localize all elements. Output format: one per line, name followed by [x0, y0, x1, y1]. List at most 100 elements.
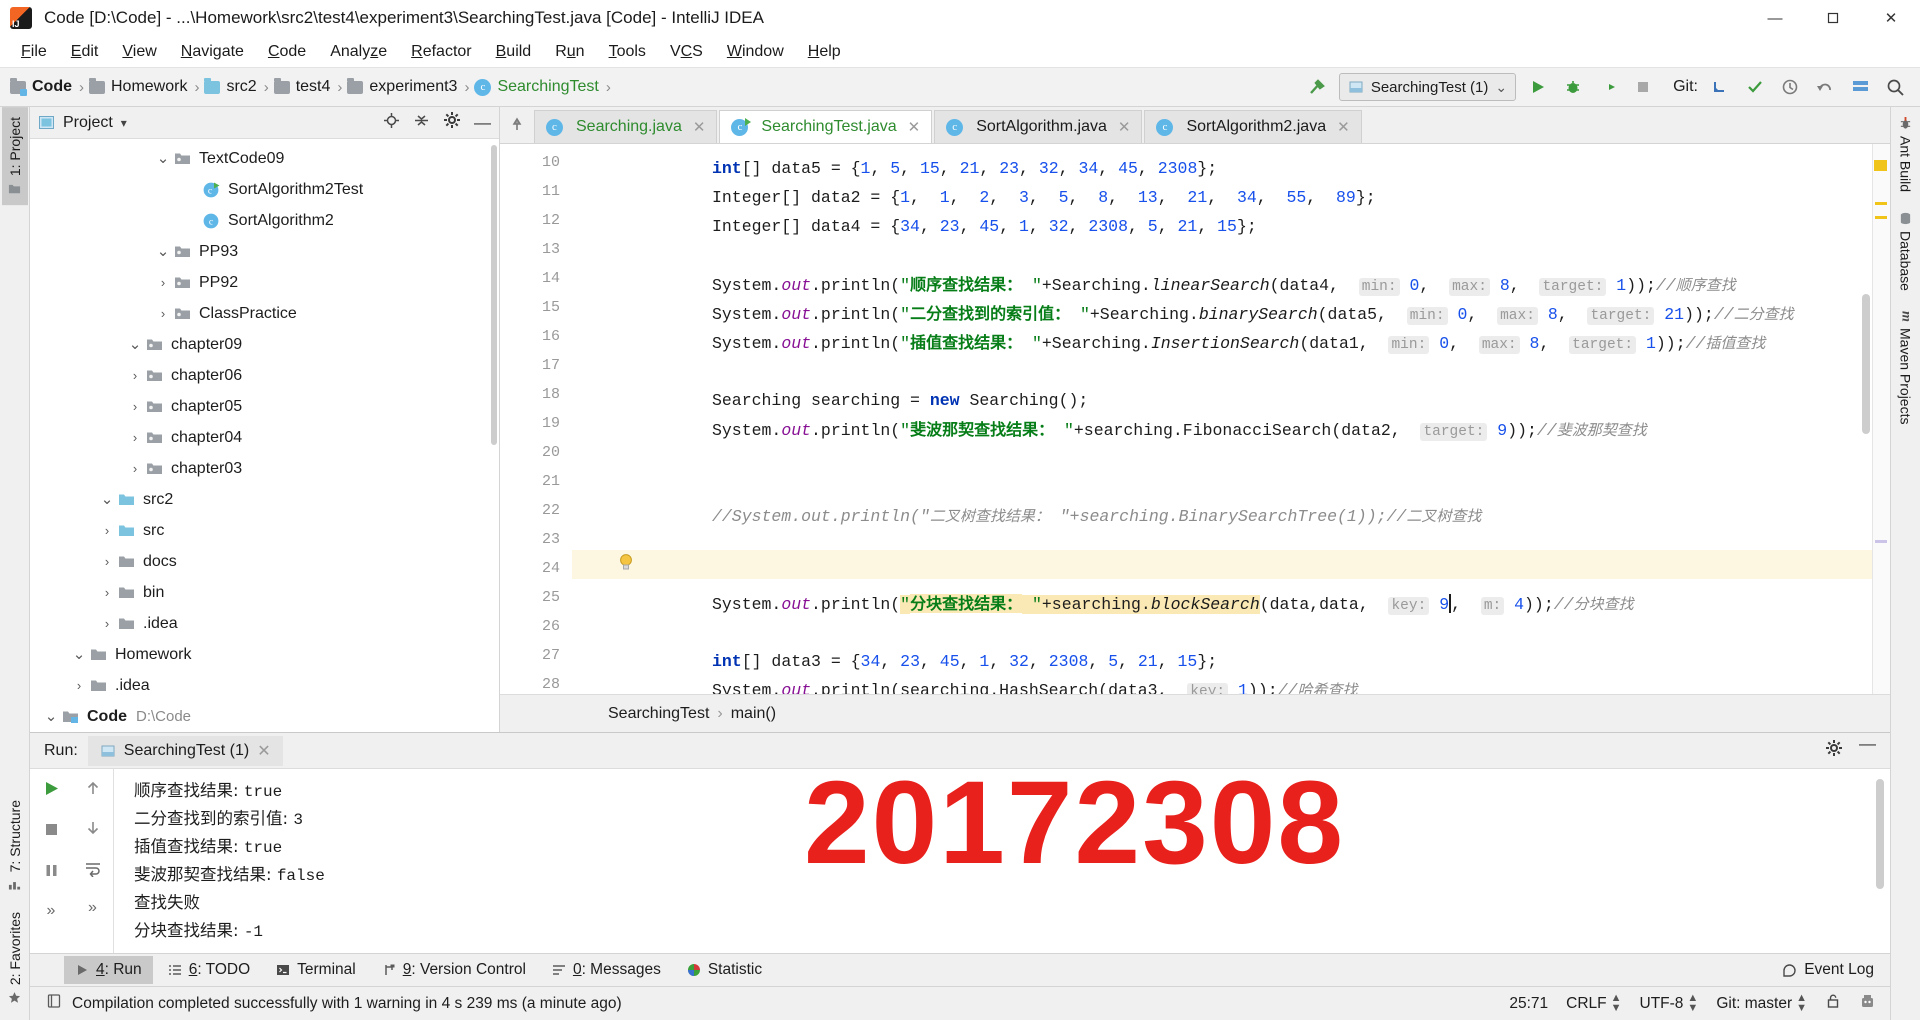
- tree-item-code[interactable]: ⌄ Code D:\Code: [30, 701, 499, 732]
- code-line-28[interactable]: System.out.println(searching.HashSearch(…: [712, 676, 1357, 694]
- tree-item-sortalgorithm2test[interactable]: c SortAlgorithm2Test: [30, 174, 499, 205]
- build-hammer-icon[interactable]: [1304, 74, 1330, 100]
- chevron-right-icon[interactable]: ›: [98, 554, 116, 569]
- menu-help[interactable]: Help: [797, 39, 852, 65]
- tree-item-idea[interactable]: › .idea: [30, 608, 499, 639]
- event-log-button[interactable]: Event Log: [1782, 961, 1890, 979]
- warning-marker[interactable]: [1875, 540, 1887, 543]
- git-branch-selector[interactable]: Git: master ▲ ▼: [1716, 992, 1807, 1013]
- pause-icon[interactable]: [42, 861, 61, 885]
- lock-icon[interactable]: [1825, 993, 1841, 1014]
- code-line-14[interactable]: System.out.println("顺序查找结果： "+Searching.…: [712, 270, 1736, 299]
- sidebar-item-maven-projects[interactable]: m Maven Projects: [1893, 301, 1919, 434]
- chevron-down-icon[interactable]: ⌄: [154, 151, 172, 166]
- chevron-right-icon[interactable]: ›: [126, 430, 144, 445]
- toolwindow-version-control[interactable]: 9: Version Control: [371, 956, 537, 984]
- hide-icon[interactable]: —: [1859, 735, 1876, 762]
- inspector-icon[interactable]: [1859, 993, 1876, 1015]
- run-with-coverage-icon[interactable]: [1595, 74, 1621, 100]
- menu-code[interactable]: Code: [257, 39, 317, 65]
- toolwindow-messages[interactable]: 0: Messages: [541, 956, 672, 984]
- warning-marker[interactable]: [1874, 160, 1887, 171]
- pin-icon[interactable]: [509, 116, 525, 133]
- menu-edit[interactable]: Edit: [60, 39, 110, 65]
- menu-window[interactable]: Window: [716, 39, 795, 65]
- update-project-icon[interactable]: [1707, 74, 1733, 100]
- breadcrumb-item-homework[interactable]: Homework: [87, 76, 191, 98]
- line-separator-selector[interactable]: CRLF ▲ ▼: [1566, 992, 1621, 1013]
- breadcrumb-item-searchingtest[interactable]: c SearchingTest: [472, 76, 602, 98]
- close-icon[interactable]: ✕: [908, 118, 921, 136]
- caret-position[interactable]: 25:71: [1509, 995, 1548, 1013]
- close-button[interactable]: ✕: [1862, 0, 1920, 36]
- code-line-16[interactable]: System.out.println("插值查找结果： "+Searching.…: [712, 328, 1765, 357]
- chevron-right-icon[interactable]: ›: [70, 678, 88, 693]
- soft-wrap-icon[interactable]: [84, 859, 102, 882]
- breadcrumb-item-experiment3[interactable]: experiment3: [345, 76, 461, 98]
- debug-icon[interactable]: [1560, 74, 1586, 100]
- chevron-right-icon[interactable]: ›: [126, 461, 144, 476]
- toolwindow-terminal[interactable]: Terminal: [265, 956, 367, 984]
- code-line-12[interactable]: Integer[] data4 = {34, 23, 45, 1, 32, 23…: [712, 212, 1257, 241]
- rollback-icon[interactable]: [1812, 74, 1838, 100]
- scroll-up-icon[interactable]: [84, 779, 102, 802]
- expand-more-icon[interactable]: »: [88, 899, 97, 917]
- chevron-down-icon[interactable]: ⌄: [154, 244, 172, 259]
- editor-tab-sortalgorithm[interactable]: c SortAlgorithm.java ✕: [934, 110, 1143, 143]
- code-line-19[interactable]: System.out.println("斐波那契查找结果： "+searchin…: [712, 415, 1647, 444]
- chevron-right-icon[interactable]: ›: [98, 523, 116, 538]
- sidebar-item-ant-build[interactable]: Ant Build: [1893, 107, 1919, 202]
- toolwindow-run[interactable]: 4: Run: [64, 956, 153, 984]
- toolwindow-todo[interactable]: 6: TODO: [157, 956, 261, 984]
- tree-item-chapter05[interactable]: › chapter05: [30, 391, 499, 422]
- sidebar-item-project[interactable]: 1: Project: [1, 107, 28, 206]
- breadcrumb-method[interactable]: main(): [731, 705, 776, 723]
- tree-item-src[interactable]: › src: [30, 515, 499, 546]
- menu-vcs[interactable]: VCS: [659, 39, 714, 65]
- code-line-11[interactable]: Integer[] data2 = {1, 1, 2, 3, 5, 8, 13,…: [712, 183, 1376, 212]
- scroll-down-icon[interactable]: [84, 819, 102, 842]
- chevron-right-icon[interactable]: ›: [98, 585, 116, 600]
- breadcrumb-item-code[interactable]: Code: [8, 76, 76, 98]
- warning-marker[interactable]: [1875, 202, 1887, 205]
- maximize-button[interactable]: [1804, 0, 1862, 36]
- tree-item-sortalgorithm2[interactable]: c SortAlgorithm2: [30, 205, 499, 236]
- run-configuration-selector[interactable]: SearchingTest (1) ⌄: [1338, 73, 1517, 101]
- code-lines[interactable]: int[] data5 = {1, 5, 15, 21, 23, 32, 34,…: [572, 144, 1890, 694]
- stop-icon[interactable]: [42, 820, 61, 844]
- code-line-25[interactable]: System.out.println("分块查找结果： "+searching.…: [712, 589, 1634, 618]
- project-tree[interactable]: ⌄ TextCode09 c SortAlgorithm2Test c SortAlgor…: [30, 139, 499, 732]
- console-scrollbar[interactable]: [1876, 779, 1884, 889]
- breadcrumb-class[interactable]: SearchingTest: [608, 705, 709, 723]
- tree-item-pp92[interactable]: › PP92: [30, 267, 499, 298]
- tree-item-chapter09[interactable]: ⌄ chapter09: [30, 329, 499, 360]
- editor-gutter[interactable]: 1011121314151617181920212223242526272829: [500, 144, 572, 694]
- gear-icon[interactable]: [1825, 739, 1843, 762]
- menu-run[interactable]: Run: [544, 39, 595, 65]
- tree-item-src2[interactable]: ⌄ src2: [30, 484, 499, 515]
- tree-item-chapter04[interactable]: › chapter04: [30, 422, 499, 453]
- breadcrumb-item-test4[interactable]: test4: [272, 76, 335, 98]
- editor-tab-searching[interactable]: c Searching.java ✕: [534, 110, 718, 143]
- tree-item-pp93[interactable]: ⌄ PP93: [30, 236, 499, 267]
- project-tree-scrollbar[interactable]: [491, 145, 497, 445]
- code-line-18[interactable]: Searching searching = new Searching();: [712, 386, 1088, 415]
- hide-icon[interactable]: —: [474, 114, 491, 131]
- sidebar-item-structure[interactable]: 7: Structure: [2, 790, 28, 901]
- console-output[interactable]: 20172308 顺序查找结果: true 二分查找到的索引值: 3 插值查找结果:…: [114, 769, 1890, 953]
- menu-view[interactable]: View: [111, 39, 167, 65]
- tree-item-docs[interactable]: › docs: [30, 546, 499, 577]
- menu-build[interactable]: Build: [485, 39, 543, 65]
- menu-tools[interactable]: Tools: [598, 39, 657, 65]
- editor-marker-bar[interactable]: [1872, 144, 1890, 694]
- chevron-down-icon[interactable]: ⌄: [126, 337, 144, 352]
- editor-vertical-scrollbar[interactable]: [1862, 294, 1870, 434]
- code-line-22[interactable]: //System.out.println("二叉树查找结果： "+searchi…: [712, 502, 1481, 531]
- locate-icon[interactable]: [383, 112, 400, 134]
- chevron-down-icon[interactable]: ⌄: [70, 647, 88, 662]
- menu-file[interactable]: File: [10, 39, 58, 65]
- editor-tab-searchingtest[interactable]: c SearchingTest.java ✕: [719, 110, 933, 143]
- settings-icon[interactable]: [1847, 74, 1873, 100]
- sidebar-item-favorites[interactable]: 2: Favorites: [2, 902, 28, 1014]
- tree-item-homework[interactable]: ⌄ Homework: [30, 639, 499, 670]
